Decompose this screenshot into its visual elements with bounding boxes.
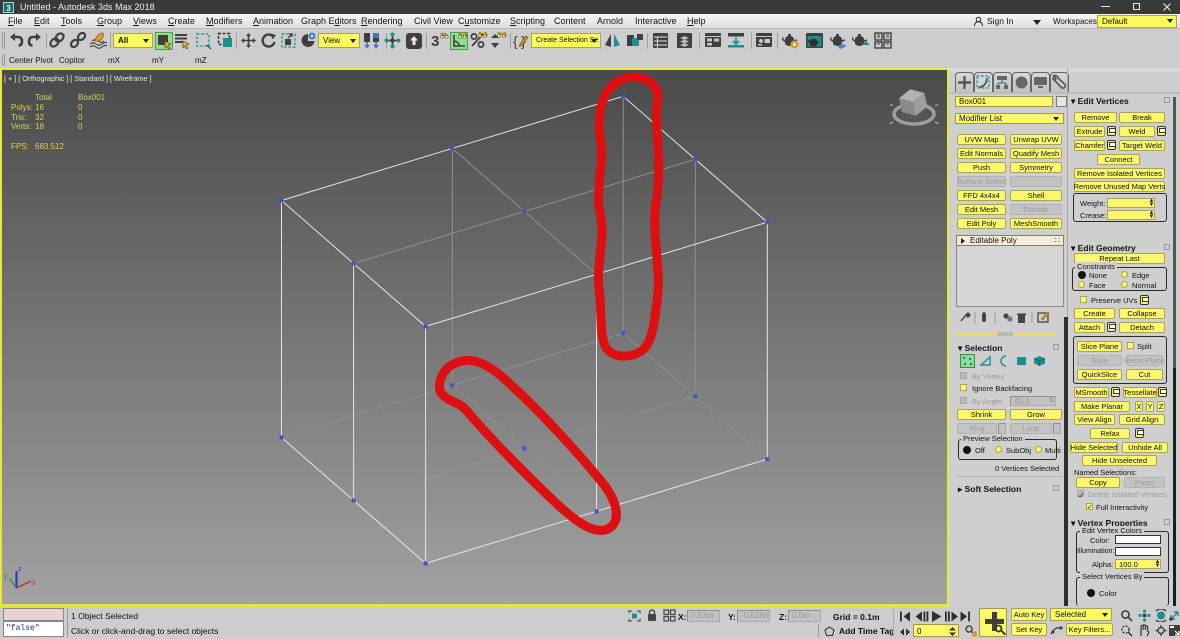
svg-text:y: y xyxy=(4,573,8,580)
svg-text:{: { xyxy=(513,33,518,49)
svg-text:3: 3 xyxy=(431,33,439,50)
svg-text:z: z xyxy=(18,566,22,573)
svg-text:x: x xyxy=(32,580,36,587)
